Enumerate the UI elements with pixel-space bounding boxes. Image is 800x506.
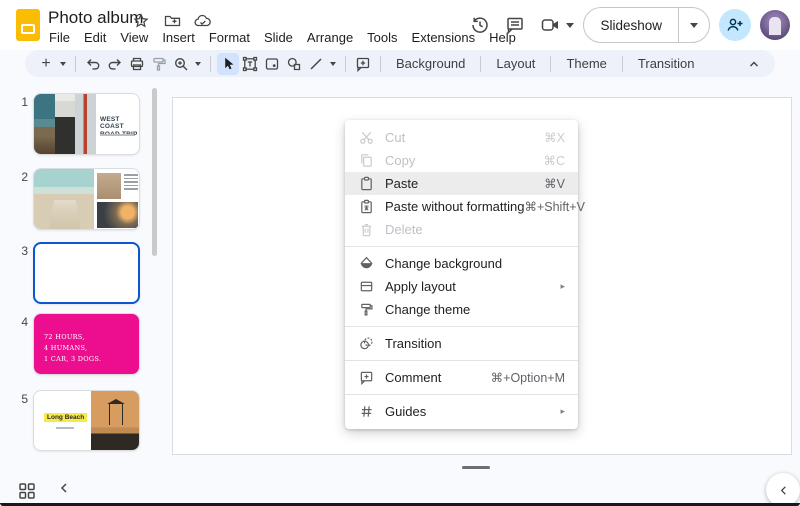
meet-camera-icon[interactable] xyxy=(537,12,563,38)
context-item-guides[interactable]: Guides ▸ xyxy=(345,400,578,423)
slide-number-3: 3 xyxy=(14,244,28,258)
guides-hash-icon xyxy=(358,404,374,420)
comment-add-icon xyxy=(358,370,374,386)
slide-number-1: 1 xyxy=(14,95,28,109)
share-button[interactable] xyxy=(719,9,751,41)
paint-bucket-icon xyxy=(358,256,374,272)
slideshow-button[interactable]: Slideshow xyxy=(584,8,679,42)
select-cursor-icon[interactable] xyxy=(217,53,239,75)
menu-format[interactable]: Format xyxy=(202,27,257,48)
app-header: Photo album File Edit View Insert Format… xyxy=(0,0,800,50)
layout-button[interactable]: Layout xyxy=(487,53,544,75)
copy-icon xyxy=(358,153,374,169)
insert-image-icon[interactable] xyxy=(261,53,283,75)
undo-icon[interactable] xyxy=(82,53,104,75)
insert-comment-icon[interactable] xyxy=(352,53,374,75)
trash-icon xyxy=(358,222,374,238)
slide-thumbnail-3-selected[interactable] xyxy=(33,242,140,304)
toolbar: + xyxy=(25,50,775,77)
menubar: File Edit View Insert Format Slide Arran… xyxy=(42,27,523,48)
redo-icon[interactable] xyxy=(104,53,126,75)
menu-insert[interactable]: Insert xyxy=(155,27,202,48)
slide-number-4: 4 xyxy=(14,315,28,329)
zoom-icon[interactable] xyxy=(170,53,192,75)
camera-dropdown-caret[interactable] xyxy=(566,23,574,28)
slideshow-dropdown-caret[interactable] xyxy=(679,8,709,42)
scissors-icon xyxy=(358,130,374,146)
new-slide-plus-icon[interactable]: + xyxy=(35,53,57,75)
filmstrip-scrollbar[interactable] xyxy=(152,88,157,256)
theme-button[interactable]: Theme xyxy=(557,53,615,75)
slide-thumbnail-5[interactable]: Long Beach xyxy=(33,390,140,451)
background-button[interactable]: Background xyxy=(387,53,474,75)
slide-thumbnail-2[interactable] xyxy=(33,168,140,230)
google-slides-window: Photo album File Edit View Insert Format… xyxy=(0,0,800,506)
context-item-comment[interactable]: Comment ⌘+Option+M xyxy=(345,366,578,389)
insert-line-caret[interactable] xyxy=(330,62,336,66)
submenu-arrow-icon: ▸ xyxy=(560,281,565,292)
context-item-change-theme[interactable]: Change theme xyxy=(345,298,578,321)
context-item-cut[interactable]: Cut ⌘X xyxy=(345,126,578,149)
menu-file[interactable]: File xyxy=(42,27,77,48)
account-avatar[interactable] xyxy=(760,10,790,40)
layout-icon xyxy=(358,279,374,295)
menu-slide[interactable]: Slide xyxy=(257,27,300,48)
context-item-paste-without-formatting[interactable]: Paste without formatting ⌘+Shift+V xyxy=(345,195,578,218)
menu-edit[interactable]: Edit xyxy=(77,27,113,48)
zoom-caret[interactable] xyxy=(195,62,201,66)
slide-thumbnail-4[interactable]: 72 HOURS, 4 HUMANS, 1 CAR, 3 DOGS. xyxy=(33,313,140,375)
text-box-icon[interactable] xyxy=(239,53,261,75)
transition-button[interactable]: Transition xyxy=(629,53,704,75)
paint-roller-icon xyxy=(358,302,374,318)
context-menu: Cut ⌘X Copy ⌘C Paste ⌘V Paste without fo… xyxy=(345,120,578,429)
slide-thumbnail-1[interactable]: WEST COASTROAD TRIP xyxy=(33,93,140,155)
collapse-toolbar-chevron-icon[interactable] xyxy=(743,53,765,75)
collapse-filmstrip-chevron-icon[interactable] xyxy=(58,482,70,494)
document-title[interactable]: Photo album xyxy=(48,8,143,28)
comments-icon[interactable] xyxy=(502,12,528,38)
paint-format-icon[interactable] xyxy=(148,53,170,75)
speaker-notes-resize-handle[interactable] xyxy=(462,466,490,469)
version-history-icon[interactable] xyxy=(467,12,493,38)
insert-line-icon[interactable] xyxy=(305,53,327,75)
context-item-change-background[interactable]: Change background xyxy=(345,252,578,275)
context-item-copy[interactable]: Copy ⌘C xyxy=(345,149,578,172)
menu-view[interactable]: View xyxy=(113,27,155,48)
context-item-transition[interactable]: Transition xyxy=(345,332,578,355)
new-slide-caret[interactable] xyxy=(60,62,66,66)
slides-logo-icon[interactable] xyxy=(16,9,40,41)
paste-clipboard-icon xyxy=(358,176,374,192)
menu-tools[interactable]: Tools xyxy=(360,27,404,48)
insert-shape-icon[interactable] xyxy=(283,53,305,75)
hide-side-panel-button[interactable] xyxy=(766,473,800,506)
menu-arrange[interactable]: Arrange xyxy=(300,27,360,48)
slide-number-2: 2 xyxy=(14,170,28,184)
slideshow-button-group: Slideshow xyxy=(583,7,710,43)
transition-icon xyxy=(358,336,374,352)
context-item-paste[interactable]: Paste ⌘V xyxy=(345,172,578,195)
slide-number-5: 5 xyxy=(14,392,28,406)
context-item-apply-layout[interactable]: Apply layout ▸ xyxy=(345,275,578,298)
print-icon[interactable] xyxy=(126,53,148,75)
context-item-delete[interactable]: Delete xyxy=(345,218,578,241)
paste-without-formatting-icon xyxy=(358,199,374,215)
grid-view-icon[interactable] xyxy=(18,482,38,502)
